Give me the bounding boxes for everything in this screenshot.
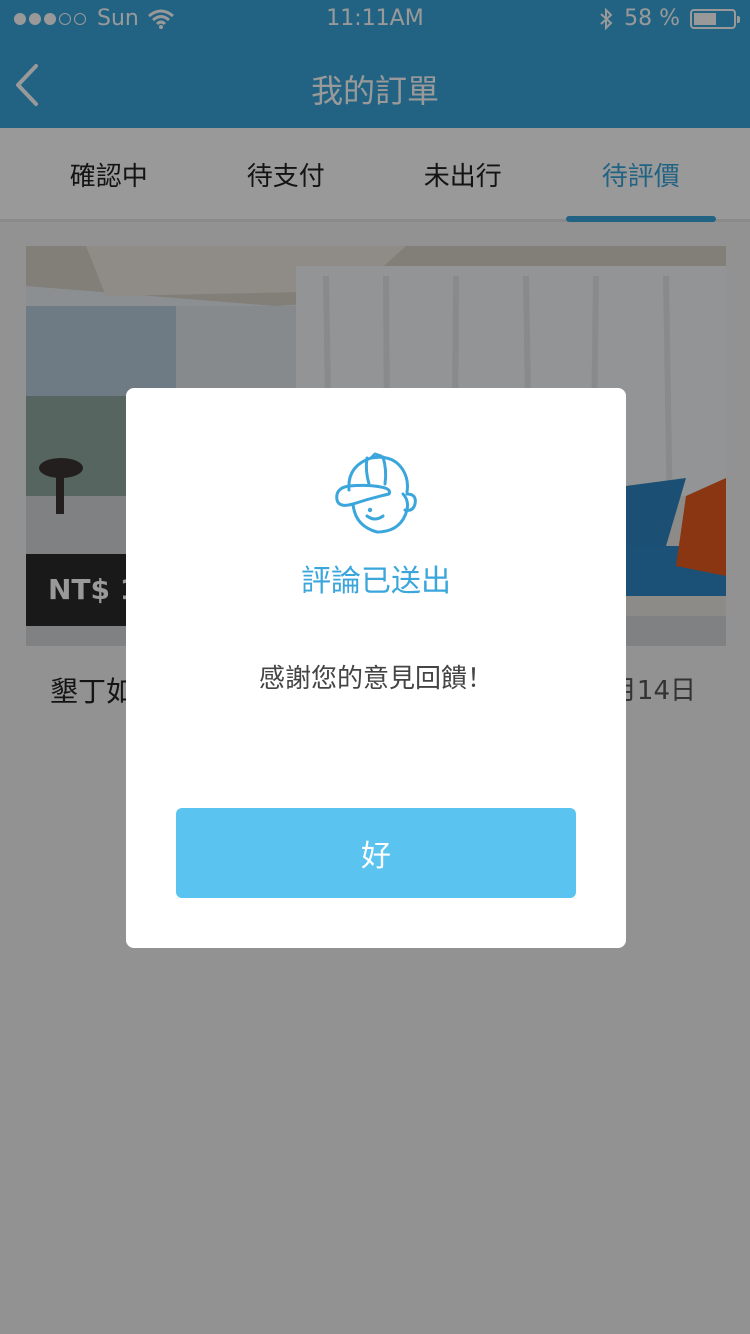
boy-cap-face-icon	[335, 452, 417, 534]
dialog-heading: 評論已送出	[301, 564, 451, 599]
dialog-message: 感謝您的意見回饋！	[258, 664, 493, 694]
ok-button[interactable]: 好	[176, 808, 576, 898]
review-sent-dialog: 評論已送出 感謝您的意見回饋！ 好	[126, 388, 626, 948]
